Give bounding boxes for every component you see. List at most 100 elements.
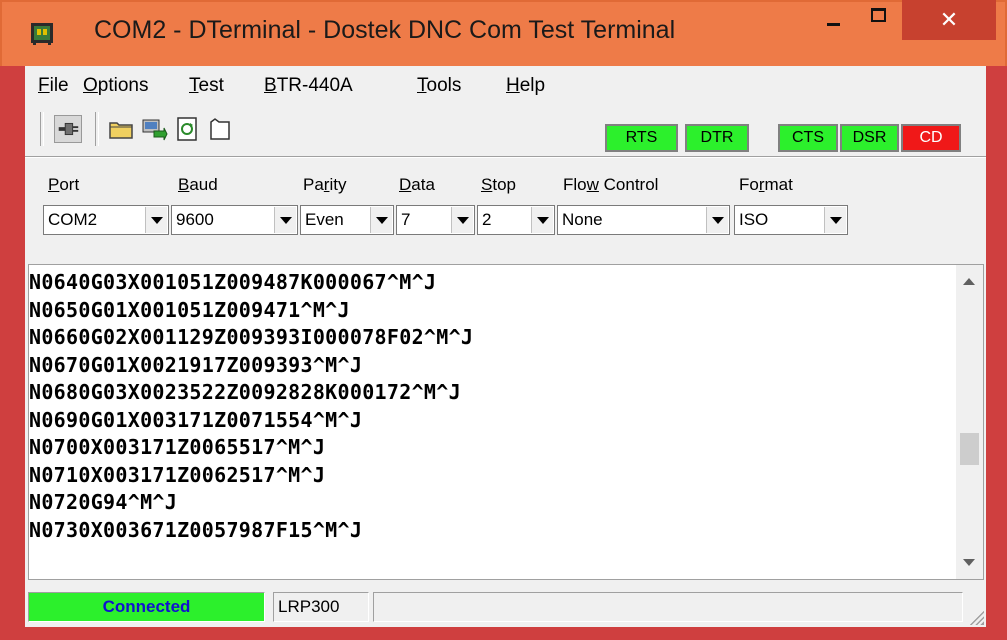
menu-tools[interactable]: Tools [417, 75, 461, 97]
stop-label: Stop [481, 175, 516, 195]
send-file-icon[interactable] [140, 115, 168, 143]
refresh-icon[interactable] [173, 115, 201, 143]
connection-status: Connected [28, 592, 265, 622]
dtr-indicator: DTR [685, 124, 749, 152]
data-label-text: ata [411, 175, 435, 194]
chevron-down-icon[interactable] [274, 207, 296, 233]
terminal-line: N0720G94^M^J [29, 490, 178, 514]
flow-control-value: None [562, 210, 603, 229]
menu-test-accel: T [189, 75, 199, 96]
stop-label-accel: S [481, 175, 493, 194]
port-value: COM2 [48, 210, 98, 229]
toolbar-divider [25, 156, 986, 158]
chevron-down-icon[interactable] [706, 207, 728, 233]
menu-test-label: est [198, 75, 224, 96]
minimize-button[interactable] [812, 0, 856, 32]
terminal-line: N0700X003171Z0065517^M^J [29, 435, 326, 459]
scroll-down-icon[interactable] [963, 559, 975, 566]
menu-btr-440a-accel: B [264, 75, 277, 96]
parity-select[interactable]: Even [300, 205, 394, 235]
menu-tools-label: ools [426, 75, 462, 96]
menu-bar: File Options Test BTR-440A Tools Help [25, 66, 986, 102]
menu-help-label: elp [519, 75, 546, 96]
menu-file-label: ile [49, 75, 69, 96]
menu-options-accel: O [83, 75, 98, 96]
menu-btr-440a[interactable]: BTR-440A [264, 75, 353, 97]
menu-test[interactable]: Test [189, 75, 224, 97]
stop-label-text: top [492, 175, 516, 194]
terminal-line: N0680G03X0023522Z0092828K000172^M^J [29, 380, 461, 404]
data-label: Data [399, 175, 435, 195]
rts-indicator: RTS [605, 124, 678, 152]
stop-bits-select[interactable]: 2 [477, 205, 555, 235]
terminal-lines: N0640G03X001051Z009487K000067^M^J N0650G… [29, 269, 959, 544]
port-label-text: ort [59, 175, 80, 194]
chevron-down-icon[interactable] [451, 207, 473, 233]
terminal-line: N0640G03X001051Z009487K000067^M^J [29, 270, 437, 294]
new-document-icon[interactable] [206, 115, 234, 143]
close-button[interactable]: ✕ [902, 0, 996, 40]
menu-file-accel: F [38, 75, 50, 96]
baud-label-accel: B [178, 175, 190, 194]
chevron-down-icon[interactable] [824, 207, 846, 233]
flow-label-text: Control [598, 175, 659, 194]
port-label-accel: P [48, 175, 60, 194]
menu-tools-accel: T [417, 75, 427, 96]
baud-value: 9600 [176, 210, 214, 229]
menu-options[interactable]: Options [83, 75, 148, 97]
cts-indicator: CTS [778, 124, 838, 152]
application-window: COM2 - DTerminal - Dostek DNC Com Test T… [0, 0, 1007, 640]
terminal-line: N0730X003671Z0057987F15^M^J [29, 517, 363, 542]
open-folder-icon[interactable] [107, 115, 135, 143]
terminal-output[interactable]: N0640G03X001051Z009487K000067^M^J N0650G… [28, 264, 984, 580]
connect-icon[interactable] [54, 115, 82, 143]
dsr-indicator: DSR [840, 124, 899, 152]
format-label-text: mat [764, 175, 793, 194]
port-label: Port [48, 175, 79, 195]
chevron-down-icon[interactable] [145, 207, 167, 233]
status-panel-extra [373, 592, 963, 622]
menu-options-label: ptions [97, 75, 149, 96]
menu-file[interactable]: File [38, 75, 69, 97]
baud-label: Baud [178, 175, 218, 195]
flow-control-select[interactable]: None [557, 205, 730, 235]
parity-label-pre: Pa [303, 175, 324, 194]
format-label: Format [739, 175, 793, 195]
format-select[interactable]: ISO [734, 205, 848, 235]
toolbar-separator [40, 112, 44, 146]
stop-bits-value: 2 [482, 210, 492, 229]
parity-label: Parity [303, 175, 346, 195]
device-status: LRP300 [273, 592, 369, 622]
flow-control-label: Flow Control [563, 175, 658, 195]
cd-indicator: CD [901, 124, 961, 152]
chevron-down-icon[interactable] [531, 207, 553, 233]
menu-help-accel: H [506, 75, 520, 96]
menu-help[interactable]: Help [506, 75, 545, 97]
format-label-pre: Fo [739, 175, 759, 194]
title-bar[interactable]: COM2 - DTerminal - Dostek DNC Com Test T… [0, 0, 1007, 66]
baud-label-text: aud [189, 175, 218, 194]
chevron-down-icon[interactable] [370, 207, 392, 233]
terminal-line: N0660G02X001129Z009393I000078F02^M^J [29, 325, 474, 349]
resize-grip-icon[interactable] [968, 609, 984, 625]
window-title: COM2 - DTerminal - Dostek DNC Com Test T… [94, 16, 676, 44]
terminal-line: N0690G01X003171Z0071554^M^J [29, 407, 363, 432]
app-icon[interactable] [30, 21, 54, 45]
scroll-thumb[interactable] [960, 433, 979, 465]
data-bits-value: 7 [401, 210, 411, 229]
data-label-accel: D [399, 175, 412, 194]
vertical-scrollbar[interactable] [956, 265, 983, 579]
data-bits-select[interactable]: 7 [396, 205, 475, 235]
terminal-line: N0670G01X0021917Z009393^M^J [29, 352, 363, 377]
parity-value: Even [305, 210, 344, 229]
flow-label-accel: w [586, 175, 599, 194]
baud-select[interactable]: 9600 [171, 205, 298, 235]
status-bar: Connected LRP300 [25, 588, 986, 627]
scroll-up-icon[interactable] [963, 278, 975, 285]
terminal-line: N0710X003171Z0062517^M^J [29, 462, 326, 487]
menu-btr-440a-label: TR-440A [276, 75, 353, 96]
maximize-button[interactable] [856, 0, 900, 32]
toolbar-separator [95, 112, 99, 146]
port-select[interactable]: COM2 [43, 205, 169, 235]
flow-label-pre: Flo [563, 175, 587, 194]
